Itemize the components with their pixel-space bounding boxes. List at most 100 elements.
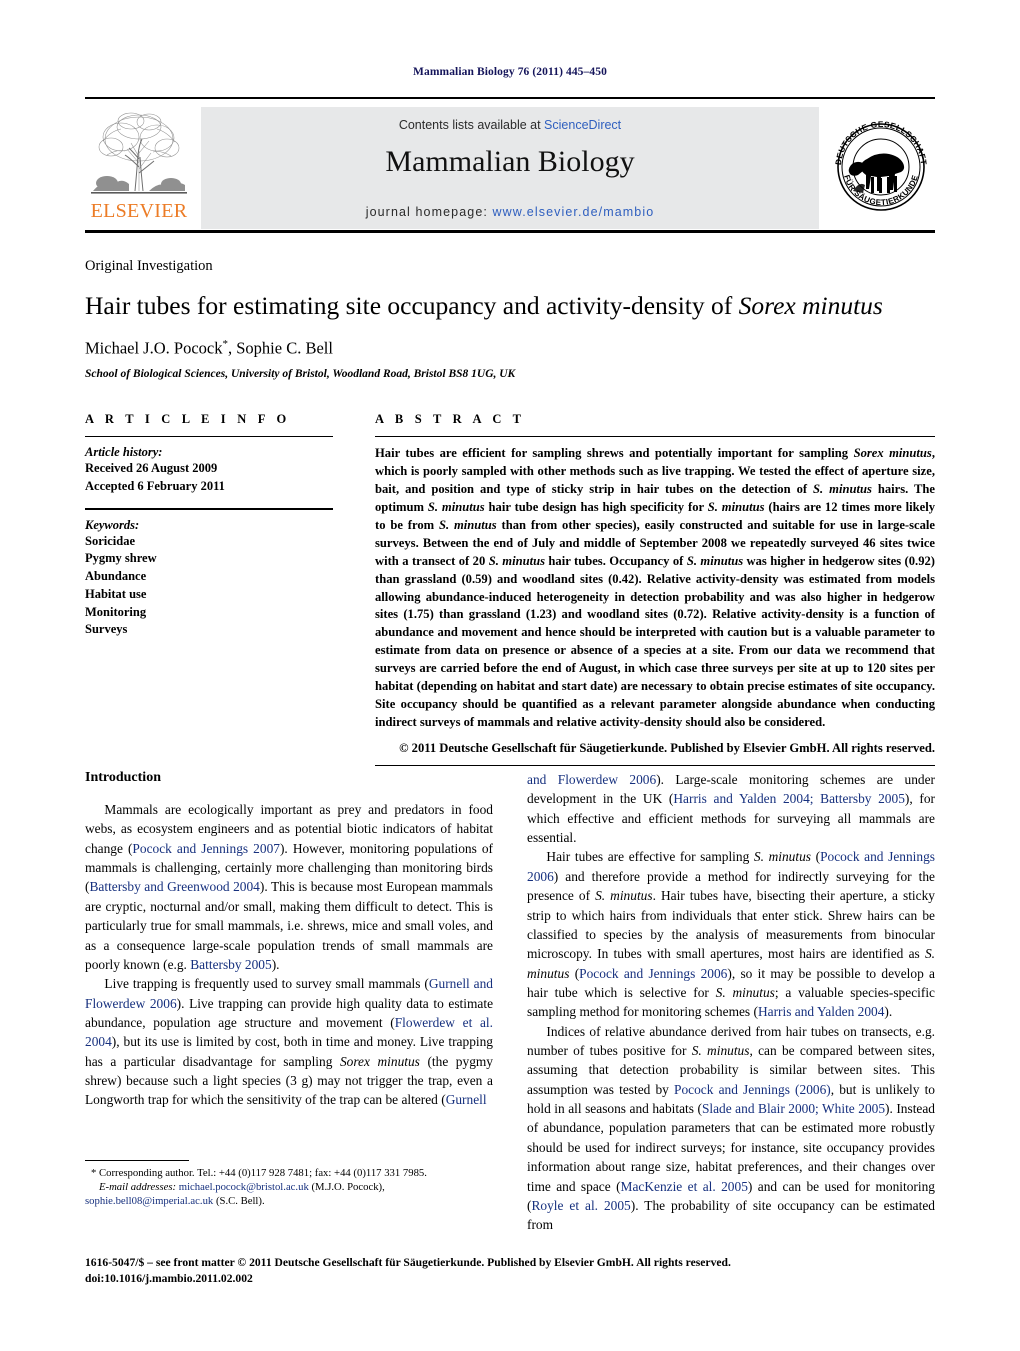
species-name: S. minutus — [753, 849, 811, 865]
affiliation: School of Biological Sciences, Universit… — [85, 368, 516, 381]
keywords-label: Keywords: — [85, 517, 140, 532]
email-label: E-mail addresses: — [99, 1181, 177, 1194]
issn-front-matter: 1616-5047/$ – see front matter © 2011 De… — [85, 1256, 731, 1269]
page-title: Hair tubes for estimating site occupancy… — [85, 291, 935, 322]
article-info-column: A R T I C L E I N F O Article history: R… — [85, 412, 333, 766]
abstract-rule-top — [375, 436, 935, 437]
author-rest: , Sophie C. Bell — [227, 338, 333, 358]
abstract-species-name: S. minutus — [686, 553, 744, 568]
elsevier-wordmark: ELSEVIER — [90, 200, 188, 222]
citation-link[interactable]: Pocock and Jennings 2007 — [132, 841, 280, 856]
journal-masthead: ELSEVIER Contents lists available at Sci… — [85, 97, 935, 233]
paragraph: Live trapping is frequently used to surv… — [85, 974, 493, 1110]
author-first: Michael J.O. Pocock — [85, 338, 223, 358]
paragraph: Hair tubes are effective for sampling S.… — [527, 847, 935, 1021]
citation-link[interactable]: and Flowerdew 2006 — [527, 772, 656, 787]
text-run: Hair tubes are effective for sampling — [546, 849, 754, 865]
title-species: Sorex minutus — [738, 291, 883, 320]
abstract-run: hair tube design has high specificity fo… — [484, 499, 708, 514]
journal-title: Mammalian Biology — [385, 145, 635, 178]
contents-available-line: Contents lists available at ScienceDirec… — [201, 118, 819, 132]
abstract-species-name: S. minutus — [813, 481, 872, 496]
citation-link[interactable]: Pocock and Jennings 2006 — [579, 966, 727, 981]
abstract-species-name: S. minutus — [438, 517, 497, 532]
abstract-run: Hair tubes are efficient for sampling sh… — [375, 446, 854, 460]
masthead-bottom-rule — [85, 230, 935, 233]
paragraph: Indices of relative abundance derived fr… — [527, 1022, 935, 1235]
corresponding-author-text: Corresponding author. Tel.: +44 (0)117 9… — [99, 1167, 427, 1179]
abstract-run: was higher in hedgerow sites (0.92) than… — [375, 553, 935, 730]
article-info-heading: A R T I C L E I N F O — [85, 412, 291, 426]
citation-link[interactable]: Battersby and Greenwood 2004 — [89, 879, 259, 894]
email-addresses-note-2: sophie.bell08@imperial.ac.uk (S.C. Bell)… — [85, 1194, 493, 1208]
citation-link[interactable]: Harris and Yalden 2004 — [758, 1004, 884, 1019]
email-link-pocock[interactable]: michael.pocock@bristol.ac.uk — [179, 1181, 309, 1193]
citation-link[interactable]: Battersby 2005 — [190, 957, 271, 972]
history-item: Received 26 August 2009 — [85, 461, 218, 475]
citation-link[interactable]: Royle et al. 2005 — [531, 1198, 630, 1213]
keyword-item: Abundance — [85, 569, 147, 583]
introduction-left-text: Mammals are ecologically important as pr… — [85, 800, 493, 1110]
contents-prefix: Contents lists available at — [398, 118, 545, 132]
corresponding-author-note: * Corresponding author. Tel.: +44 (0)117… — [85, 1166, 493, 1180]
citation-link[interactable]: Pocock and Jennings (2006) — [674, 1082, 831, 1097]
email-link-bell[interactable]: sophie.bell08@imperial.ac.uk — [85, 1195, 213, 1207]
info-abstract-region: A R T I C L E I N F O Article history: R… — [85, 412, 935, 766]
species-name: S. minutus — [691, 1043, 750, 1059]
footnote-rule — [85, 1160, 189, 1161]
email-owner-bell: (S.C. Bell). — [215, 1195, 265, 1208]
paper-page: Mammalian Biology 76 (2011) 445–450 ELSE… — [0, 0, 1020, 1351]
citation-link[interactable]: Harris and Yalden 2004; Battersby 2005 — [673, 791, 905, 806]
elsevier-tree-icon — [87, 107, 191, 201]
footnote-marker: * — [91, 1167, 97, 1179]
title-block: Original Investigation Hair tubes for es… — [85, 258, 935, 380]
abstract-copyright: © 2011 Deutsche Gesellschaft für Säugeti… — [399, 741, 935, 755]
abstract-text: Hair tubes are efficient for sampling sh… — [375, 445, 935, 732]
paragraph: and Flowerdew 2006). Large-scale monitor… — [527, 770, 935, 847]
article-info-rule-mid — [85, 507, 333, 510]
article-type: Original Investigation — [85, 258, 213, 274]
keywords-list: Soricidae Pygmy shrew Abundance Habitat … — [85, 533, 333, 640]
text-run: ( — [811, 849, 821, 865]
keyword-item: Monitoring — [85, 604, 147, 619]
journal-homepage-link[interactable]: www.elsevier.de/mambio — [493, 205, 655, 219]
running-head: Mammalian Biology 76 (2011) 445–450 — [413, 66, 607, 78]
paragraph: Mammals are ecologically important as pr… — [85, 800, 493, 974]
article-info-rule-top — [85, 436, 333, 437]
section-heading-introduction: Introduction — [85, 770, 161, 785]
citation-link[interactable]: Slade and Blair 2000; White 2005 — [702, 1101, 885, 1116]
keyword-item: Habitat use — [85, 586, 147, 601]
abstract-rule-bottom — [375, 765, 935, 766]
species-name: S. minutus — [595, 888, 653, 904]
abstract-species-name: S. minutus — [427, 499, 485, 514]
email-addresses-note: E-mail addresses: michael.pocock@bristol… — [85, 1180, 493, 1194]
article-history-list: Received 26 August 2009 Accepted 6 Febru… — [85, 460, 333, 496]
abstract-heading: A B S T R A C T — [375, 412, 526, 426]
body-column-right: and Flowerdew 2006). Large-scale monitor… — [527, 770, 935, 1260]
imprint-block: 1616-5047/$ – see front matter © 2011 De… — [85, 1255, 935, 1288]
keyword-item: Surveys — [85, 622, 128, 637]
citation-link[interactable]: Gurnell — [446, 1092, 487, 1107]
keyword-item: Pygmy shrew — [85, 551, 157, 566]
author-list: Michael J.O. Pocock*, Sophie C. Bell — [85, 338, 935, 359]
citation-link[interactable]: MacKenzie et al. 2005 — [621, 1179, 748, 1194]
text-run: ( — [569, 965, 580, 981]
text-run: Live trapping is frequently used to surv… — [104, 976, 429, 992]
keyword-item: Soricidae — [85, 533, 135, 548]
text-run: ). — [271, 956, 280, 972]
text-run: ). — [884, 1004, 893, 1020]
abstract-run: hair tubes. Occupancy of — [544, 553, 687, 568]
footnote-block: * Corresponding author. Tel.: +44 (0)117… — [85, 1160, 493, 1208]
history-item: Accepted 6 February 2011 — [85, 478, 225, 493]
doi-line[interactable]: doi:10.1016/j.mambio.2011.02.002 — [85, 1271, 935, 1287]
society-logo: DEUTSCHE GESELLSCHAFT FÜR SÄUGETIERKUNDE — [827, 107, 935, 225]
deutsche-gesellschaft-fuer-saeugetierkunde-seal-icon: DEUTSCHE GESELLSCHAFT FÜR SÄUGETIERKUNDE — [834, 120, 928, 211]
introduction-right-text: and Flowerdew 2006). Large-scale monitor… — [527, 770, 935, 1235]
sciencedirect-link[interactable]: ScienceDirect — [544, 118, 621, 132]
abstract-species-name: S. minutus — [707, 499, 765, 514]
species-name: Sorex minutus — [339, 1053, 420, 1069]
abstract-species-name: S. minutus — [488, 553, 545, 568]
abstract-species-name: Sorex minutus — [853, 446, 932, 460]
article-history-label: Article history: — [85, 445, 163, 459]
abstract-column: A B S T R A C T Hair tubes are efficient… — [375, 412, 935, 766]
